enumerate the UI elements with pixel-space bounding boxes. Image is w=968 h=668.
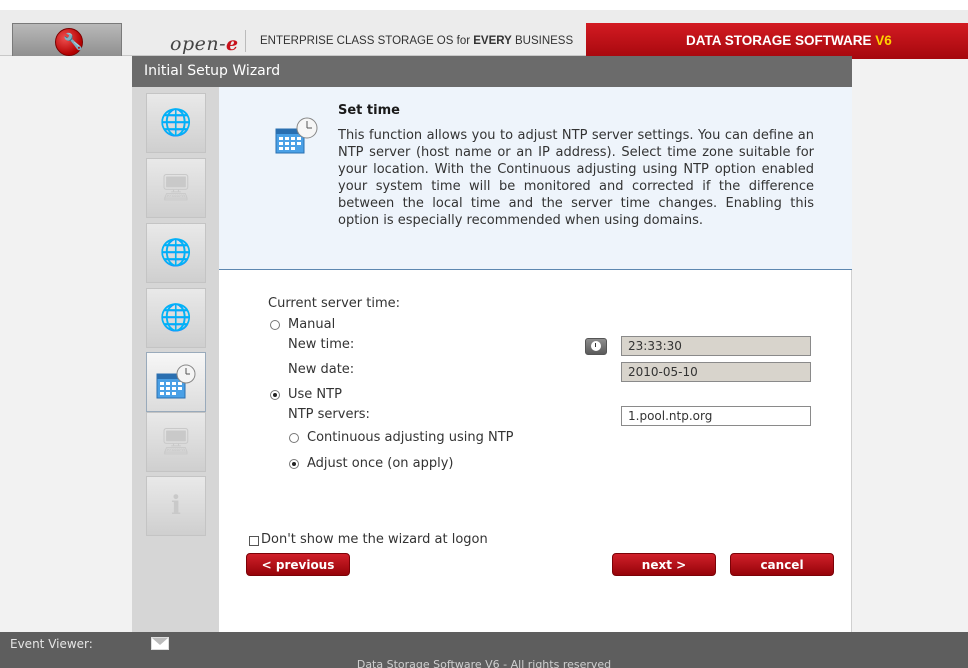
product-banner: DATA STORAGE SOFTWARE V6: [586, 23, 968, 59]
brand-prefix: open-: [170, 33, 227, 55]
step-calendar-clock-icon[interactable]: [146, 352, 206, 412]
brand-logo: open-e: [170, 33, 239, 55]
ntp-servers-label: NTP servers:: [288, 407, 370, 422]
right-gutter: [853, 87, 968, 632]
new-time-label: New time:: [288, 337, 355, 352]
dont-show-label: Don't show me the wizard at logon: [261, 532, 488, 547]
step-server-icon[interactable]: 🖥: [146, 412, 206, 472]
logo-box: 🔧: [12, 23, 122, 59]
app-header: 🔧 open-e ENTERPRISE CLASS STORAGE OS for…: [0, 10, 968, 59]
mail-icon[interactable]: [151, 637, 169, 650]
use-ntp-label: Use NTP: [288, 387, 342, 402]
ntp-servers-field[interactable]: 1.pool.ntp.org: [621, 406, 811, 426]
wrench-logo-icon: 🔧: [55, 28, 83, 56]
cancel-button[interactable]: cancel: [730, 553, 834, 576]
wizard-title-bar: Initial Setup Wizard: [132, 56, 852, 87]
wizard-steps: 🌐 🖥 🌐 🌐 🖥 ℹ: [132, 87, 219, 632]
intro-title: Set time: [338, 103, 400, 118]
clock-icon: [591, 341, 601, 351]
calendar-clock-icon: [275, 117, 318, 154]
brand-suffix: e: [226, 33, 239, 55]
step-network-globe-icon[interactable]: 🌐: [146, 223, 206, 283]
intro-description: This function allows you to adjust NTP s…: [338, 128, 814, 228]
manual-label: Manual: [288, 317, 336, 332]
manual-radio[interactable]: [270, 320, 280, 330]
step-globe-clock-icon[interactable]: 🌐: [146, 288, 206, 348]
new-date-field[interactable]: 2010-05-10: [621, 362, 811, 382]
product-name: DATA STORAGE SOFTWARE V6: [686, 33, 892, 48]
wizard-content: Set time This function allows you to adj…: [219, 87, 852, 632]
new-time-field[interactable]: 23:33:30: [621, 336, 811, 356]
next-button[interactable]: next >: [612, 553, 716, 576]
step-globe-icon[interactable]: 🌐: [146, 93, 206, 153]
tagline-prefix: ENTERPRISE CLASS STORAGE OS for: [260, 35, 474, 47]
product-name-text: DATA STORAGE SOFTWARE: [686, 33, 876, 48]
product-version: V6: [875, 33, 892, 48]
intro-panel: Set time This function allows you to adj…: [219, 87, 852, 270]
step-info-icon[interactable]: ℹ: [146, 476, 206, 536]
new-date-label: New date:: [288, 362, 355, 377]
use-ntp-radio[interactable]: [270, 390, 280, 400]
copyright-text: Data Storage Software V6 - All rights re…: [356, 658, 612, 668]
left-gutter: [0, 56, 132, 632]
continuous-ntp-radio[interactable]: [289, 433, 299, 443]
adjust-once-radio[interactable]: [289, 459, 299, 469]
previous-button[interactable]: < previous: [246, 553, 350, 576]
calendar-clock-icon: [156, 364, 196, 399]
top-strip: [0, 0, 968, 10]
copyright-bar: Data Storage Software V6 - All rights re…: [0, 656, 968, 668]
adjust-once-label: Adjust once (on apply): [307, 456, 454, 471]
tagline: ENTERPRISE CLASS STORAGE OS for EVERY BU…: [260, 35, 573, 47]
header-divider: [245, 30, 246, 52]
time-settings-form: Current server time: Manual New time: 23…: [219, 270, 852, 632]
tagline-bold: EVERY: [473, 35, 512, 47]
footer-bar: Event Viewer:: [0, 632, 968, 656]
wizard-title: Initial Setup Wizard: [144, 63, 281, 79]
dont-show-checkbox[interactable]: [249, 536, 259, 546]
continuous-ntp-label: Continuous adjusting using NTP: [307, 430, 514, 445]
tagline-suffix: BUSINESS: [511, 35, 574, 47]
clock-picker-button[interactable]: [585, 338, 607, 355]
current-time-label: Current server time:: [268, 296, 400, 311]
event-viewer-label: Event Viewer:: [10, 637, 93, 651]
step-lock-monitor-icon[interactable]: 🖥: [146, 158, 206, 218]
